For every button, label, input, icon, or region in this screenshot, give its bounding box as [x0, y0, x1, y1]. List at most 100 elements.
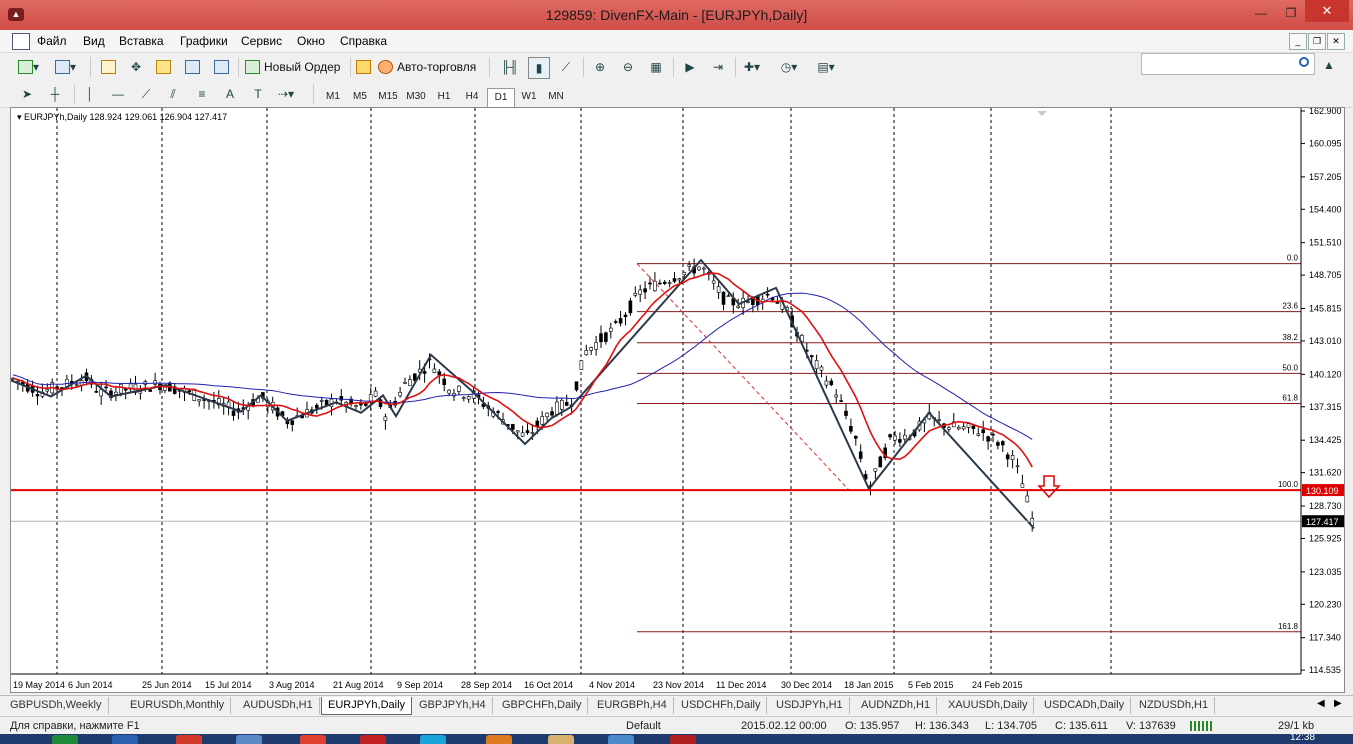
market-watch-icon[interactable] — [98, 57, 118, 77]
minimize-icon[interactable]: — — [1250, 4, 1272, 22]
candle-body — [231, 410, 236, 416]
taskbar-word-icon[interactable] — [112, 735, 138, 744]
menu-insert[interactable]: Вставка — [119, 34, 164, 48]
crosshair-icon[interactable]: ┼ — [45, 84, 65, 104]
tab-eurusdh-monthly[interactable]: EURUSDh,Monthly — [124, 697, 232, 714]
level-price-label: 130.109 — [1306, 486, 1339, 496]
tab-xauusdh-daily[interactable]: XAUUSDh,Daily — [942, 697, 1035, 714]
candle-body — [437, 371, 442, 376]
taskbar-yandex-icon[interactable] — [300, 735, 326, 744]
timeframe-d1[interactable]: D1 — [487, 88, 515, 108]
autotrading-button[interactable]: Авто-торговля — [378, 57, 476, 77]
menu-window[interactable]: Окно — [297, 34, 325, 48]
tab-gbpusdh-weekly[interactable]: GBPUSDh,Weekly — [4, 697, 109, 714]
candle-body — [314, 404, 319, 409]
taskbar-firefox-icon[interactable] — [486, 735, 512, 744]
menu-tools[interactable]: Сервис — [241, 34, 282, 48]
taskbar-opera-icon[interactable] — [360, 735, 386, 744]
metaeditor-icon[interactable] — [353, 57, 373, 77]
status-bar: Для справки, нажмите F1 Default 2015.02.… — [0, 716, 1353, 735]
timeframe-m30[interactable]: M30 — [403, 88, 429, 106]
tab-usdjpyh-h1[interactable]: USDJPYh,H1 — [770, 697, 850, 714]
search-input[interactable] — [1141, 53, 1315, 75]
timeframe-mn[interactable]: MN — [543, 88, 569, 106]
chart-shift-icon[interactable]: ⇥ — [708, 57, 728, 77]
timeframe-h4[interactable]: H4 — [459, 88, 485, 106]
data-window-icon[interactable]: ✥ — [126, 57, 146, 77]
timeframe-m1[interactable]: M1 — [320, 88, 346, 106]
templates-icon[interactable]: ▤▾ — [816, 57, 836, 77]
close-icon[interactable]: ✕ — [1305, 0, 1349, 22]
candle-body — [545, 412, 549, 418]
child-close-icon[interactable]: ✕ — [1327, 33, 1345, 50]
menu-help[interactable]: Справка — [340, 34, 387, 48]
strategy-tester-icon[interactable] — [211, 57, 231, 77]
periods-icon[interactable]: ◷▾ — [779, 57, 799, 77]
indicators-icon[interactable]: ✚▾ — [742, 57, 762, 77]
price-chart[interactable]: 0.0 23.6 38.2 50.0 61.8 100.0 161.8 130.109 127… — [10, 106, 1344, 692]
text-label-icon[interactable]: T — [248, 84, 268, 104]
date-tick-label: 19 May 2014 — [13, 680, 65, 690]
tab-audusdh-h1[interactable]: AUDUSDh,H1 — [237, 697, 320, 714]
taskbar-app-icon[interactable] — [52, 735, 78, 744]
price-tick-label: 128.730 — [1309, 501, 1342, 511]
tab-usdchfh-daily[interactable]: USDCHFh,Daily — [675, 697, 768, 714]
arrows-icon[interactable]: ⇢▾ — [276, 84, 296, 104]
auto-scroll-icon[interactable]: ▶ — [680, 57, 700, 77]
taskbar-folder-icon[interactable] — [608, 735, 634, 744]
text-icon[interactable]: A — [220, 84, 240, 104]
taskbar-media-icon[interactable] — [548, 735, 574, 744]
fibonacci-icon[interactable]: ≡ — [192, 84, 212, 104]
navigator-icon[interactable] — [153, 57, 173, 77]
candle-body — [814, 360, 819, 370]
search-icon[interactable] — [1299, 57, 1309, 67]
candle-body — [579, 360, 584, 370]
new-chart-icon[interactable]: ▾ — [18, 57, 39, 77]
symbol-dropdown-icon[interactable]: ▾ — [17, 112, 24, 122]
vertical-line-icon[interactable]: │ — [80, 84, 100, 104]
price-tick-label: 125.925 — [1309, 533, 1342, 543]
timeframe-h1[interactable]: H1 — [431, 88, 457, 106]
child-minimize-icon[interactable]: _ — [1289, 33, 1307, 50]
terminal-icon[interactable] — [182, 57, 202, 77]
cursor-icon[interactable]: ➤ — [17, 84, 37, 104]
tab-audnzdh-h1[interactable]: AUDNZDh,H1 — [855, 697, 938, 714]
taskbar-terminal-icon[interactable] — [670, 735, 696, 744]
tab-nzdusdh-h1[interactable]: NZDUSDh,H1 — [1133, 697, 1216, 714]
tab-gbpchfh-daily[interactable]: GBPCHFh,Daily — [496, 697, 589, 714]
timeframe-w1[interactable]: W1 — [516, 88, 542, 106]
taskbar-explorer-icon[interactable] — [236, 735, 262, 744]
chart-window[interactable]: 0.0 23.6 38.2 50.0 61.8 100.0 161.8 130.109 127… — [10, 106, 1345, 693]
maximize-icon[interactable]: ❐ — [1280, 4, 1302, 22]
trendline-icon[interactable]: ⟋ — [136, 84, 156, 104]
tabs-scroll-left-icon[interactable]: ◀ — [1317, 698, 1325, 709]
zoom-in-icon[interactable]: ⊕ — [590, 57, 610, 77]
tab-gbpjpyh-h4[interactable]: GBPJPYh,H4 — [413, 697, 493, 714]
taskbar-skype-icon[interactable] — [420, 735, 446, 744]
equidistant-channel-icon[interactable]: ⫽ — [163, 84, 183, 104]
menu-view[interactable]: Вид — [83, 34, 105, 48]
tile-windows-icon[interactable]: ▦ — [646, 57, 666, 77]
bar-chart-icon[interactable]: ╟╢ — [500, 57, 520, 77]
new-order-button[interactable]: Новый Ордер — [245, 57, 340, 77]
chart-window-icon[interactable] — [12, 33, 30, 50]
menu-file[interactable]: Файл — [37, 34, 67, 48]
profiles-icon[interactable]: ▾ — [55, 57, 76, 77]
timeframe-m5[interactable]: M5 — [347, 88, 373, 106]
taskbar-browser-icon[interactable] — [176, 735, 202, 744]
child-restore-icon[interactable]: ❐ — [1308, 33, 1326, 50]
timeframe-m15[interactable]: M15 — [375, 88, 401, 106]
tab-eurjpyh-daily[interactable]: EURJPYh,Daily — [321, 697, 413, 715]
price-tick-label: 120.230 — [1309, 599, 1342, 609]
candle-body — [682, 272, 687, 276]
line-chart-icon[interactable]: ⟋ — [556, 57, 576, 77]
zoom-out-icon[interactable]: ⊖ — [618, 57, 638, 77]
candle-body — [991, 433, 995, 436]
menu-charts[interactable]: Графики — [180, 34, 228, 48]
tab-usdcadh-daily[interactable]: USDCADh,Daily — [1038, 697, 1132, 714]
tab-eurgbph-h4[interactable]: EURGBPh,H4 — [591, 697, 674, 714]
candlestick-chart-icon[interactable]: ▮ — [528, 57, 550, 79]
tabs-scroll-right-icon[interactable]: ▶ — [1334, 698, 1342, 709]
community-icon[interactable]: ▲ — [1319, 55, 1339, 75]
horizontal-line-icon[interactable]: — — [108, 84, 128, 104]
